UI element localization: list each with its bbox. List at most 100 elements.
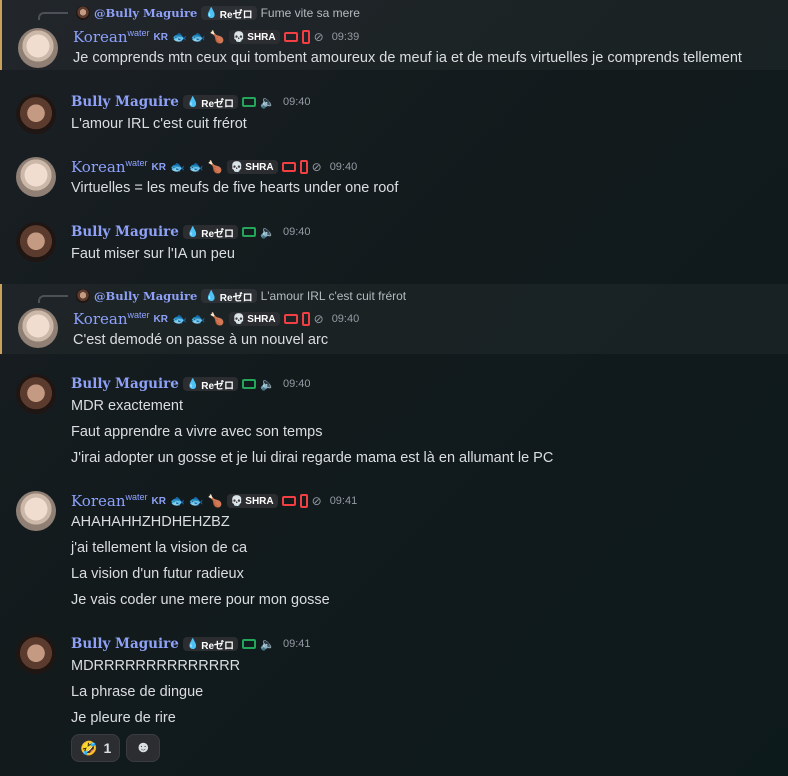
author-name[interactable]: Koreanwater [71, 492, 148, 510]
timestamp[interactable]: 09:41 [283, 638, 311, 650]
clan-tag[interactable]: 💀 SHRA [226, 494, 278, 508]
avatar[interactable] [18, 28, 58, 68]
reaction-rofl[interactable]: 🤣 1 [71, 734, 121, 762]
author-name[interactable]: Koreanwater [71, 158, 148, 176]
clan-tag[interactable]: 💀 SHRA [228, 30, 280, 44]
timestamp[interactable]: 09:40 [330, 161, 358, 173]
speaker-icon: 🔈 [260, 225, 276, 239]
avatar[interactable] [16, 222, 56, 262]
fish-emoji: 🐟 [188, 494, 204, 508]
camera-off-icon: ⊘ [311, 494, 322, 508]
message-text: Faut apprendre a vivre avec son temps [71, 424, 323, 440]
message-text: L'amour IRL c'est cuit frérot [71, 116, 247, 132]
reply-author-tag: 💧 Reゼロ [201, 289, 257, 304]
rofl-emoji-icon: 🤣 [80, 739, 98, 756]
clan-tag[interactable]: 💧 Reゼロ [182, 377, 239, 392]
message-1[interactable]: @Bully Maguire 💧 Reゼロ Fume vite sa mere K… [0, 0, 788, 70]
message-5[interactable]: @Bully Maguire 💧 Reゼロ L'amour IRL c'est c… [0, 284, 788, 354]
message-text: Je comprends mtn ceux qui tombent amoure… [73, 50, 742, 66]
message-text: Je pleure de rire [71, 710, 176, 726]
message-2[interactable]: Bully Maguire 💧 Reゼロ 🔈 09:40 L'amour IRL … [0, 90, 788, 140]
avatar[interactable] [16, 94, 56, 134]
phone-icon [299, 494, 308, 508]
monitor-icon [283, 32, 298, 42]
timestamp[interactable]: 09:40 [283, 226, 311, 238]
fish-emoji: 🐟 [190, 312, 206, 326]
message-text: Je vais coder une mere pour mon gosse [71, 592, 330, 608]
region-badge: KR [151, 495, 166, 507]
author-name[interactable]: Koreanwater [73, 28, 150, 46]
author-name[interactable]: Koreanwater [73, 310, 150, 328]
message-6[interactable]: Bully Maguire 💧 Reゼロ 🔈 09:40 MDR exacteme… [0, 372, 788, 472]
speaker-icon: 🔈 [260, 95, 276, 109]
message-header: Bully Maguire 💧 Reゼロ 🔈 09:40 [71, 94, 311, 110]
monitor-icon [242, 227, 257, 237]
timestamp[interactable]: 09:39 [332, 31, 360, 43]
reply-avatar [76, 6, 90, 20]
avatar[interactable] [16, 634, 56, 674]
message-header: Koreanwater KR 🐟 🐟 🍗 💀 SHRA ⊘ 09:40 [71, 158, 357, 176]
phone-icon [299, 160, 308, 174]
timestamp[interactable]: 09:40 [332, 313, 360, 325]
timestamp[interactable]: 09:40 [283, 378, 311, 390]
drumstick-emoji: 🍗 [209, 312, 225, 326]
timestamp[interactable]: 09:40 [283, 96, 311, 108]
speaker-icon: 🔈 [260, 637, 276, 651]
timestamp[interactable]: 09:41 [330, 495, 358, 507]
avatar[interactable] [16, 374, 56, 414]
monitor-icon [242, 97, 257, 107]
camera-off-icon: ⊘ [313, 30, 324, 44]
avatar[interactable] [16, 157, 56, 197]
reply-text: L'amour IRL c'est cuit frérot [260, 289, 407, 303]
message-text: AHAHAHHZHDHEHZBZ [71, 514, 230, 530]
message-text: J'irai adopter un gosse et je lui dirai … [71, 450, 554, 466]
clan-tag[interactable]: 💧 Reゼロ [182, 95, 239, 110]
message-8[interactable]: Bully Maguire 💧 Reゼロ 🔈 09:41 MDRRRRRRRRRR… [0, 632, 788, 768]
message-text: Virtuelles = les meufs de five hearts un… [71, 180, 399, 196]
message-7[interactable]: Koreanwater KR 🐟 🐟 🍗 💀 SHRA ⊘ 09:41 AHAHA… [0, 488, 788, 614]
phone-icon [301, 30, 310, 44]
author-name[interactable]: Bully Maguire [71, 94, 179, 110]
fish-emoji: 🐟 [190, 30, 206, 44]
reactions-bar: 🤣 1 ☻ [71, 734, 161, 762]
reply-reference[interactable]: @Bully Maguire 💧 Reゼロ Fume vite sa mere [38, 3, 360, 23]
smiley-add-icon: ☻ [134, 739, 152, 756]
fish-emoji: 🐟 [169, 494, 185, 508]
region-badge: KR [153, 313, 168, 325]
clan-tag[interactable]: 💀 SHRA [226, 160, 278, 174]
message-text: MDR exactement [71, 398, 184, 414]
author-name[interactable]: Bully Maguire [71, 376, 179, 392]
clan-tag[interactable]: 💧 Reゼロ [182, 637, 239, 652]
reply-author[interactable]: @Bully Maguire [94, 6, 197, 20]
speaker-icon: 🔈 [260, 377, 276, 391]
message-header: Koreanwater KR 🐟 🐟 🍗 💀 SHRA ⊘ 09:39 [73, 28, 359, 46]
reply-text: Fume vite sa mere [260, 6, 360, 20]
message-3[interactable]: Koreanwater KR 🐟 🐟 🍗 💀 SHRA ⊘ 09:40 Virtu… [0, 155, 788, 205]
monitor-icon [242, 639, 257, 649]
message-header: Bully Maguire 💧 Reゼロ 🔈 09:41 [71, 636, 311, 652]
message-header: Koreanwater KR 🐟 🐟 🍗 💀 SHRA ⊘ 09:41 [71, 492, 357, 510]
drumstick-emoji: 🍗 [207, 160, 223, 174]
author-name[interactable]: Bully Maguire [71, 224, 179, 240]
add-reaction-button[interactable]: ☻ [126, 734, 161, 762]
reply-author-tag: 💧 Reゼロ [201, 6, 257, 21]
message-text: C'est demodé on passe à un nouvel arc [73, 332, 329, 348]
reply-reference[interactable]: @Bully Maguire 💧 Reゼロ L'amour IRL c'est c… [38, 286, 406, 306]
author-name[interactable]: Bully Maguire [71, 636, 179, 652]
clan-tag[interactable]: 💀 SHRA [228, 312, 280, 326]
fish-emoji: 🐟 [171, 30, 187, 44]
message-header: Bully Maguire 💧 Reゼロ 🔈 09:40 [71, 224, 311, 240]
camera-off-icon: ⊘ [313, 312, 324, 326]
region-badge: KR [153, 31, 168, 43]
reply-author[interactable]: @Bully Maguire [94, 289, 197, 303]
avatar[interactable] [18, 308, 58, 348]
clan-tag[interactable]: 💧 Reゼロ [182, 225, 239, 240]
fish-emoji: 🐟 [188, 160, 204, 174]
avatar[interactable] [16, 491, 56, 531]
message-text: La phrase de dingue [71, 684, 204, 700]
message-4[interactable]: Bully Maguire 💧 Reゼロ 🔈 09:40 Faut miser s… [0, 220, 788, 270]
drumstick-emoji: 🍗 [207, 494, 223, 508]
drumstick-emoji: 🍗 [209, 30, 225, 44]
fish-emoji: 🐟 [169, 160, 185, 174]
phone-icon [301, 312, 310, 326]
